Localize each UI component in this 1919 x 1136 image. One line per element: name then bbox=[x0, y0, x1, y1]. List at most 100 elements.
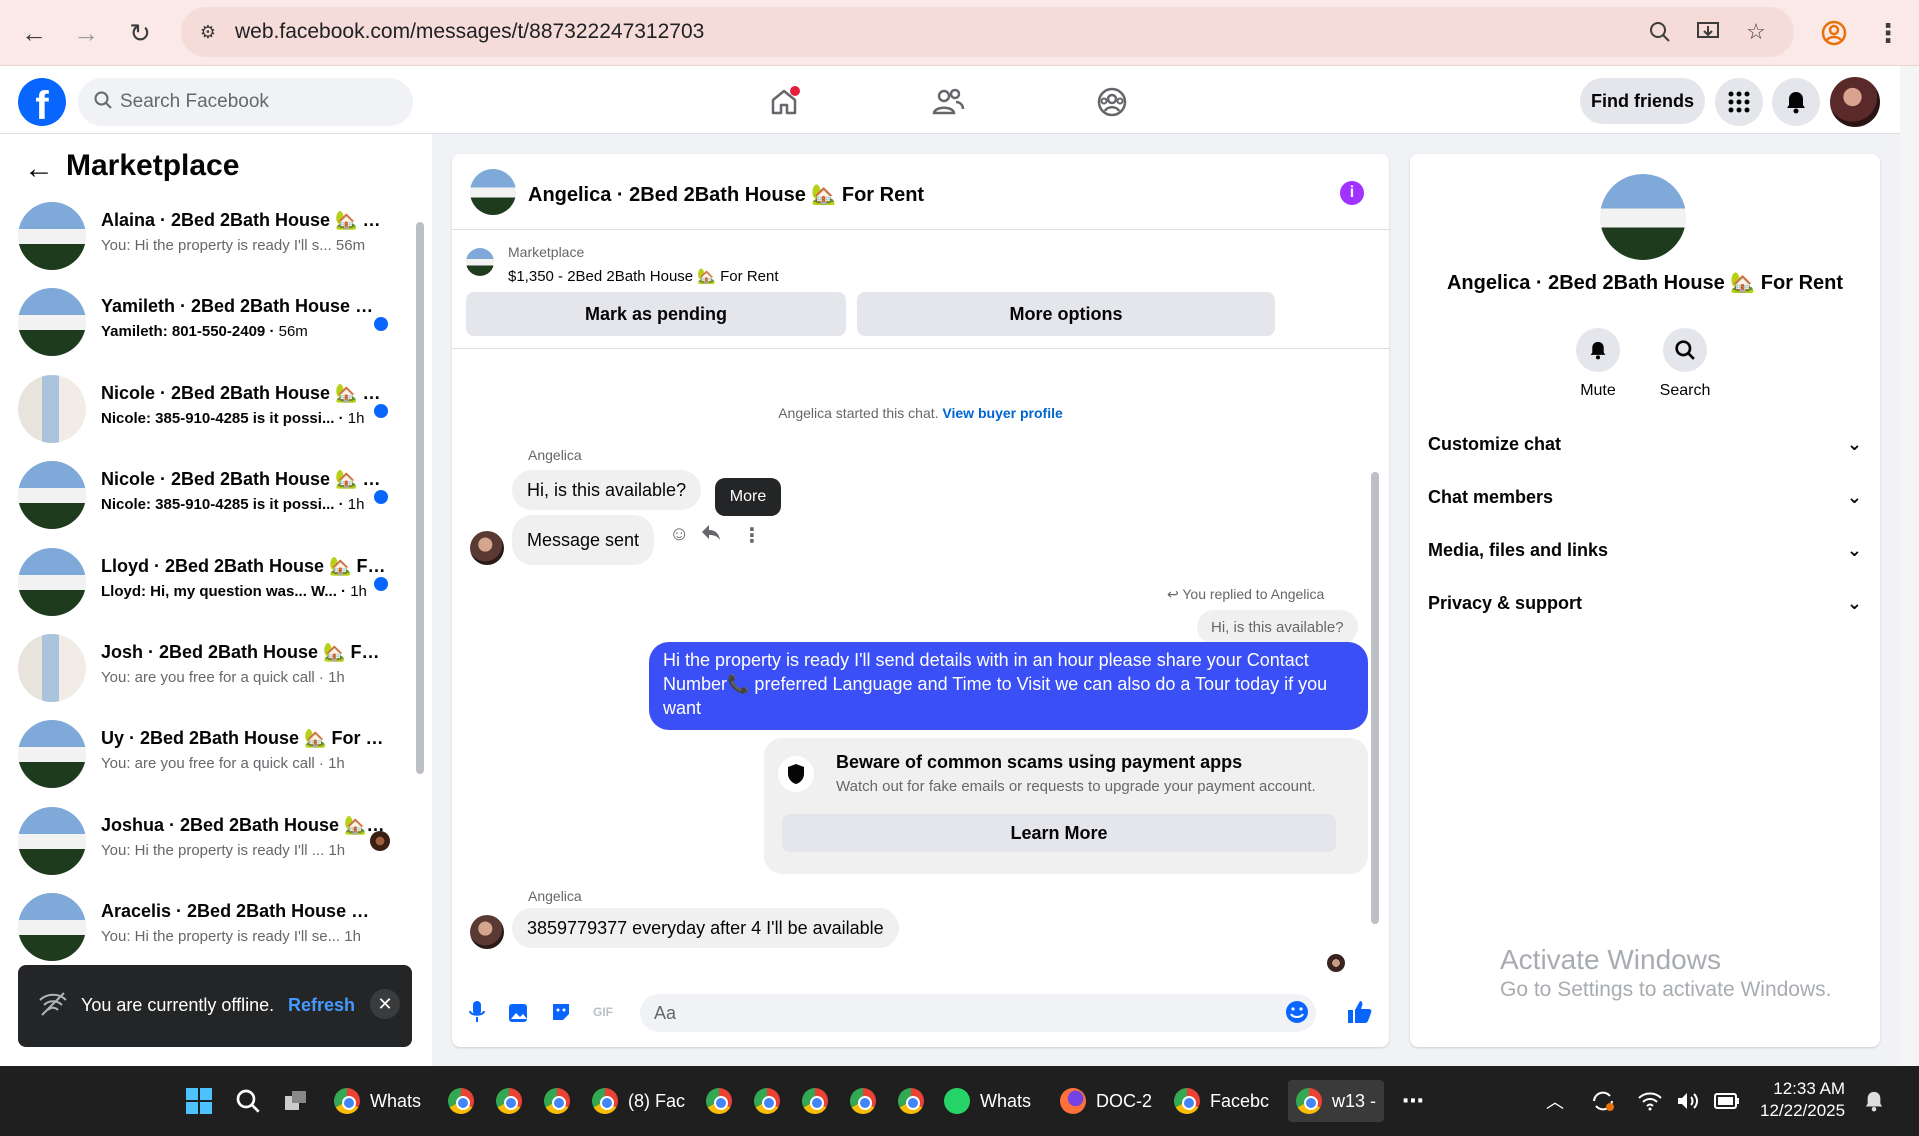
volume-icon[interactable] bbox=[1676, 1086, 1700, 1116]
conversation-item[interactable]: Uy · 2Bed 2Bath House 🏡 For Rent You: ar… bbox=[18, 720, 408, 790]
sidebar-title: Marketplace bbox=[66, 149, 240, 182]
sync-icon[interactable] bbox=[1590, 1086, 1616, 1116]
battery-icon[interactable] bbox=[1714, 1086, 1740, 1116]
details-avatar[interactable] bbox=[1600, 174, 1686, 260]
photo-icon[interactable] bbox=[504, 997, 534, 1027]
chevron-up-icon[interactable]: ︿ bbox=[1546, 1086, 1564, 1116]
search-icon bbox=[94, 91, 112, 115]
customize-chat-section[interactable]: Customize chat ⌄ bbox=[1428, 429, 1862, 459]
chrome-icon[interactable] bbox=[448, 1086, 484, 1116]
notification-bell-icon[interactable] bbox=[1864, 1086, 1884, 1116]
bookmark-star-icon[interactable]: ☆ bbox=[1743, 19, 1769, 45]
microphone-icon[interactable] bbox=[462, 997, 492, 1027]
incoming-message[interactable]: 3859779377 everyday after 4 I'll be avai… bbox=[512, 908, 899, 948]
search-input[interactable]: Search Facebook bbox=[78, 78, 413, 126]
taskbar-app[interactable]: Whats bbox=[944, 1086, 1031, 1116]
taskbar-app[interactable]: Facebc bbox=[1174, 1086, 1269, 1116]
view-buyer-profile-link[interactable]: View buyer profile bbox=[942, 405, 1062, 421]
incoming-message[interactable]: Hi, is this available? bbox=[512, 470, 702, 510]
learn-more-button[interactable]: Learn More bbox=[782, 814, 1336, 852]
conversation-name: Lloyd · 2Bed 2Bath House 🏡 For Rent bbox=[101, 556, 386, 576]
page-scrollbar[interactable] bbox=[1900, 66, 1919, 1066]
listing-title[interactable]: $1,350 - 2Bed 2Bath House 🏡 For Rent bbox=[508, 267, 779, 285]
wifi-icon[interactable] bbox=[1638, 1086, 1662, 1116]
conversation-item[interactable]: Josh · 2Bed 2Bath House 🏡 For Rent You: … bbox=[18, 634, 408, 704]
chrome-icon[interactable] bbox=[802, 1086, 838, 1116]
reload-icon[interactable]: ↻ bbox=[122, 15, 158, 51]
account-avatar[interactable] bbox=[1830, 77, 1880, 127]
chrome-icon[interactable] bbox=[706, 1086, 742, 1116]
menu-grid-icon[interactable] bbox=[1715, 78, 1763, 126]
back-icon[interactable]: ← bbox=[16, 15, 52, 51]
message-input[interactable]: Aa bbox=[640, 994, 1316, 1032]
task-view-icon[interactable] bbox=[284, 1086, 308, 1116]
quoted-message[interactable]: Hi, is this available? bbox=[1197, 610, 1358, 644]
taskbar-app[interactable]: (8) Fac bbox=[592, 1086, 685, 1116]
outgoing-message[interactable]: Hi the property is ready I'll send detai… bbox=[649, 642, 1368, 730]
browser-menu-icon[interactable]: ⋮ bbox=[1870, 15, 1906, 51]
mute-button[interactable]: Mute bbox=[1553, 328, 1643, 400]
conversation-item[interactable]: Aracelis · 2Bed 2Bath House 🏡 For Rent Y… bbox=[18, 893, 408, 963]
search-icon[interactable] bbox=[236, 1086, 260, 1116]
conversation-preview: Nicole: 385-910-4285 is it possi... · 1h bbox=[101, 496, 365, 513]
groups-icon[interactable] bbox=[1090, 80, 1134, 124]
more-actions-icon[interactable]: ⋮ bbox=[742, 523, 762, 548]
back-arrow-icon[interactable]: ← bbox=[24, 152, 54, 186]
scrollbar-thumb[interactable] bbox=[416, 222, 424, 774]
conversation-item[interactable]: Nicole · 2Bed 2Bath House 🏡 For Rent Nic… bbox=[18, 375, 408, 445]
taskbar-app[interactable]: DOC-2 bbox=[1060, 1086, 1152, 1116]
media-files-links-section[interactable]: Media, files and links ⌄ bbox=[1428, 535, 1862, 565]
search-conversation-button[interactable]: Search bbox=[1640, 328, 1730, 400]
system-clock[interactable]: 12:33 AM 12/22/2025 bbox=[1760, 1078, 1845, 1122]
forward-icon[interactable]: → bbox=[68, 15, 104, 51]
windows-taskbar: Whats (8) Fac Whats DOC-2 Facebc w13 - ⋯… bbox=[0, 1066, 1919, 1136]
scrollbar-thumb[interactable] bbox=[1371, 472, 1379, 924]
install-app-icon[interactable] bbox=[1695, 19, 1721, 45]
taskbar-app[interactable]: Whats bbox=[334, 1086, 421, 1116]
incoming-message[interactable]: Message sent bbox=[512, 515, 655, 565]
conversation-item[interactable]: Nicole · 2Bed 2Bath House 🏡 For Rent Nic… bbox=[18, 461, 408, 531]
conversation-thumbnail bbox=[18, 893, 86, 961]
chat-avatar[interactable] bbox=[470, 169, 516, 215]
refresh-link[interactable]: Refresh bbox=[288, 995, 355, 1016]
conversation-item[interactable]: Alaina · 2Bed 2Bath House 🏡 For Rent You… bbox=[18, 202, 408, 272]
friends-icon[interactable] bbox=[926, 80, 970, 124]
sticker-icon[interactable] bbox=[546, 997, 576, 1027]
privacy-support-section[interactable]: Privacy & support ⌄ bbox=[1428, 588, 1862, 618]
profile-icon[interactable] bbox=[1816, 15, 1852, 51]
more-options-button[interactable]: More options bbox=[857, 292, 1275, 336]
mark-as-pending-button[interactable]: Mark as pending bbox=[466, 292, 846, 336]
sender-avatar[interactable] bbox=[470, 915, 504, 949]
conversation-item[interactable]: Lloyd · 2Bed 2Bath House 🏡 For Rent Lloy… bbox=[18, 548, 408, 618]
chat-title[interactable]: Angelica · 2Bed 2Bath House 🏡 For Rent bbox=[528, 182, 924, 207]
sender-avatar[interactable] bbox=[470, 531, 504, 565]
start-icon[interactable] bbox=[186, 1086, 212, 1116]
chat-scrollbar[interactable] bbox=[1368, 354, 1382, 972]
conversation-item[interactable]: Yamileth · 2Bed 2Bath House 🏡 For Rent Y… bbox=[18, 288, 408, 358]
sidebar-scrollbar[interactable] bbox=[413, 198, 425, 1058]
emoji-icon[interactable] bbox=[1282, 997, 1312, 1027]
facebook-logo[interactable]: f bbox=[18, 78, 66, 126]
conversation-preview: Nicole: 385-910-4285 is it possi... · 1h bbox=[101, 410, 365, 427]
chrome-icon[interactable] bbox=[850, 1086, 886, 1116]
info-icon[interactable]: i bbox=[1340, 181, 1364, 205]
site-settings-icon[interactable]: ⚙ bbox=[195, 19, 221, 45]
zoom-icon[interactable] bbox=[1647, 19, 1673, 45]
taskbar-app-active[interactable]: w13 - bbox=[1288, 1080, 1385, 1122]
chrome-icon[interactable] bbox=[754, 1086, 790, 1116]
chrome-icon[interactable] bbox=[496, 1086, 532, 1116]
home-icon[interactable] bbox=[762, 80, 806, 124]
chrome-icon[interactable] bbox=[898, 1086, 934, 1116]
conversation-item[interactable]: Joshua · 2Bed 2Bath House 🏡 For Rent You… bbox=[18, 807, 408, 877]
thumbs-up-icon[interactable] bbox=[1345, 997, 1375, 1027]
chrome-icon[interactable] bbox=[544, 1086, 580, 1116]
close-icon[interactable]: ✕ bbox=[370, 989, 400, 1019]
reply-icon[interactable] bbox=[701, 523, 721, 547]
find-friends-button[interactable]: Find friends bbox=[1580, 78, 1705, 124]
chat-members-section[interactable]: Chat members ⌄ bbox=[1428, 482, 1862, 512]
more-icon[interactable]: ⋯ bbox=[1402, 1086, 1424, 1116]
react-emoji-icon[interactable]: ☺ bbox=[669, 523, 689, 546]
gif-icon[interactable]: GIF bbox=[588, 997, 618, 1027]
notifications-bell-icon[interactable] bbox=[1772, 78, 1820, 126]
address-bar[interactable]: ⚙ web.facebook.com/messages/t/8873222473… bbox=[181, 7, 1794, 57]
